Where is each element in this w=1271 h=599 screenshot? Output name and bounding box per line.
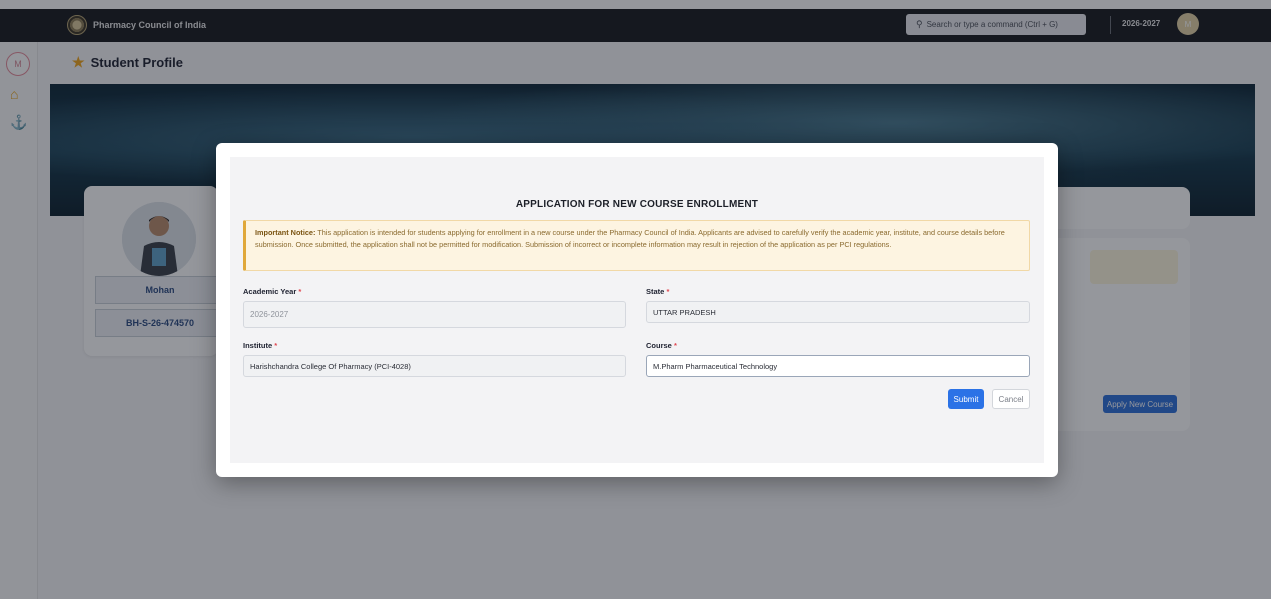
- submit-button[interactable]: Submit: [948, 389, 984, 409]
- new-course-enrollment-modal: APPLICATION FOR NEW COURSE ENROLLMENT Im…: [216, 143, 1058, 477]
- state-field[interactable]: UTTAR PRADESH: [646, 301, 1030, 323]
- course-label: Course *: [646, 341, 677, 350]
- modal-title: APPLICATION FOR NEW COURSE ENROLLMENT: [515, 199, 759, 210]
- notice-text: This application is intended for student…: [255, 228, 1005, 249]
- institute-label: Institute *: [243, 341, 278, 350]
- important-notice: Important Notice: This application is in…: [243, 220, 1030, 271]
- institute-field[interactable]: Harishchandra College Of Pharmacy (PCI-4…: [243, 355, 626, 377]
- academic-year-label: Academic Year *: [243, 287, 302, 296]
- state-label: State *: [646, 287, 670, 296]
- cancel-button[interactable]: Cancel: [992, 389, 1030, 409]
- course-field[interactable]: M.Pharm Pharmaceutical Technology: [646, 355, 1030, 377]
- notice-heading: Important Notice:: [255, 228, 316, 237]
- academic-year-field[interactable]: 2026-2027: [243, 301, 626, 328]
